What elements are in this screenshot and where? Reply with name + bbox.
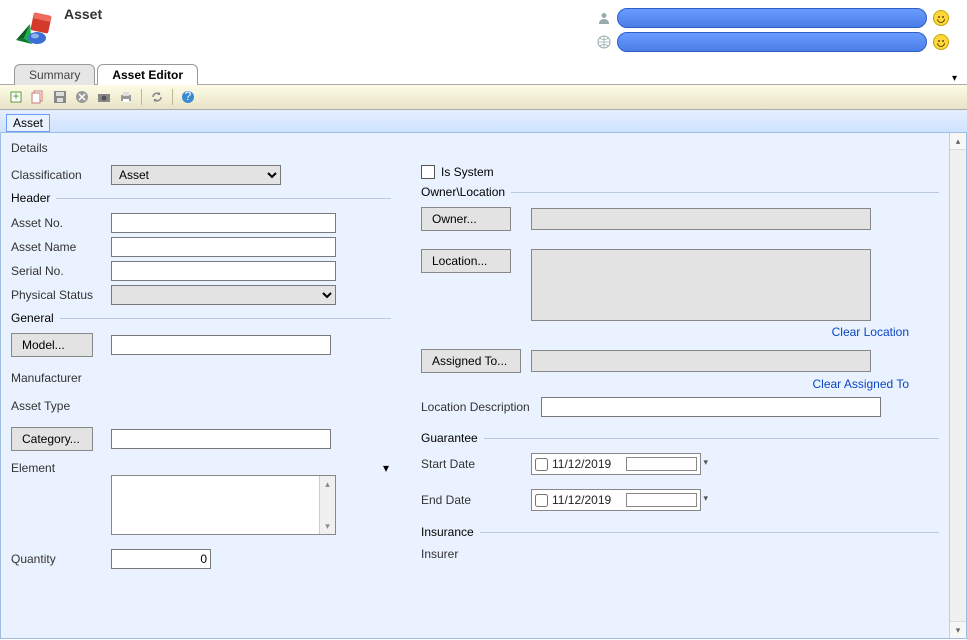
physical-status-label: Physical Status <box>11 288 111 302</box>
scroll-down-icon[interactable]: ▾ <box>950 621 966 638</box>
toolbar-separator <box>141 89 142 105</box>
assigned-to-button[interactable]: Assigned To... <box>421 349 521 373</box>
start-date-input[interactable]: 11/12/2019 <box>531 453 701 475</box>
main-tab-strip: Summary Asset Editor ▾ <box>0 60 967 84</box>
start-date-label: Start Date <box>421 457 531 471</box>
tab-asset-editor[interactable]: Asset Editor <box>97 64 198 85</box>
quantity-input[interactable] <box>111 549 211 569</box>
location-desc-label: Location Description <box>421 400 541 414</box>
user-field-2[interactable] <box>617 32 927 52</box>
panel-scrollbar[interactable]: ▴ ▾ <box>949 133 966 638</box>
general-section-title: General <box>11 311 60 325</box>
end-date-label: End Date <box>421 493 531 507</box>
is-system-label: Is System <box>441 165 494 179</box>
insurer-label: Insurer <box>421 547 531 561</box>
owner-button[interactable]: Owner... <box>421 207 511 231</box>
end-date-value: 11/12/2019 <box>552 493 622 507</box>
category-input[interactable] <box>111 429 331 449</box>
location-button[interactable]: Location... <box>421 249 511 273</box>
print-icon[interactable] <box>116 87 136 107</box>
owner-section-title: Owner\Location <box>421 185 511 199</box>
element-dropdown-icon[interactable]: ▾ <box>383 461 389 475</box>
start-date-value: 11/12/2019 <box>552 457 622 471</box>
model-input[interactable] <box>111 335 331 355</box>
calendar-icon[interactable] <box>626 457 698 471</box>
help-icon[interactable]: ? <box>178 87 198 107</box>
asset-no-input[interactable] <box>111 213 336 233</box>
toolbar-separator <box>172 89 173 105</box>
guarantee-section-title: Guarantee <box>421 431 484 445</box>
header-section-title: Header <box>11 191 56 205</box>
user-field-1[interactable] <box>617 8 927 28</box>
element-label: Element <box>11 461 111 475</box>
toolbar: + ? <box>0 84 967 110</box>
page-title: Asset <box>64 6 102 22</box>
physical-status-select[interactable] <box>111 285 336 305</box>
start-date-checkbox[interactable] <box>535 458 548 471</box>
clear-assigned-link[interactable]: Clear Assigned To <box>812 377 909 391</box>
asset-no-label: Asset No. <box>11 216 111 230</box>
owner-display <box>531 208 871 230</box>
manufacturer-label: Manufacturer <box>11 371 111 385</box>
app-logo-icon <box>14 6 54 46</box>
camera-icon[interactable] <box>94 87 114 107</box>
location-desc-input[interactable] <box>541 397 881 417</box>
tab-overflow-icon[interactable]: ▾ <box>952 73 957 84</box>
subtab-strip: Asset <box>0 110 967 133</box>
clear-location-link[interactable]: Clear Location <box>832 325 909 339</box>
editor-body: Details Classification Asset Header Asse… <box>1 133 949 638</box>
header-user-area <box>597 8 949 52</box>
category-button[interactable]: Category... <box>11 427 93 451</box>
svg-text:+: + <box>12 90 19 103</box>
calendar-icon[interactable] <box>626 493 698 507</box>
element-scrollbar[interactable]: ▴▾ <box>319 476 335 534</box>
end-date-input[interactable]: 11/12/2019 <box>531 489 701 511</box>
refresh-icon[interactable] <box>147 87 167 107</box>
asset-name-input[interactable] <box>111 237 336 257</box>
details-title: Details <box>11 141 939 155</box>
is-system-checkbox[interactable] <box>421 165 435 179</box>
new-icon[interactable]: + <box>6 87 26 107</box>
svg-text:?: ? <box>185 90 192 103</box>
classification-label: Classification <box>11 168 111 182</box>
asset-type-label: Asset Type <box>11 399 111 413</box>
copy-icon[interactable] <box>28 87 48 107</box>
model-button[interactable]: Model... <box>11 333 93 357</box>
tab-summary[interactable]: Summary <box>14 64 95 85</box>
delete-icon[interactable] <box>72 87 92 107</box>
serial-no-input[interactable] <box>111 261 336 281</box>
assigned-to-display <box>531 350 871 372</box>
editor-panel: Details Classification Asset Header Asse… <box>0 133 967 639</box>
user-icon <box>597 11 611 25</box>
scroll-up-icon[interactable]: ▴ <box>950 133 966 150</box>
serial-no-label: Serial No. <box>11 264 111 278</box>
end-date-checkbox[interactable] <box>535 494 548 507</box>
quantity-label: Quantity <box>11 552 111 566</box>
asset-name-label: Asset Name <box>11 240 111 254</box>
subtab-asset[interactable]: Asset <box>6 114 50 132</box>
classification-select[interactable]: Asset <box>111 165 281 185</box>
save-icon[interactable] <box>50 87 70 107</box>
location-display <box>531 249 871 321</box>
smiley-icon[interactable] <box>933 10 949 26</box>
element-textarea[interactable]: ▴▾ <box>111 475 336 535</box>
smiley-icon-2[interactable] <box>933 34 949 50</box>
insurance-section-title: Insurance <box>421 525 480 539</box>
app-header: Asset <box>0 0 967 60</box>
globe-icon <box>597 35 611 49</box>
